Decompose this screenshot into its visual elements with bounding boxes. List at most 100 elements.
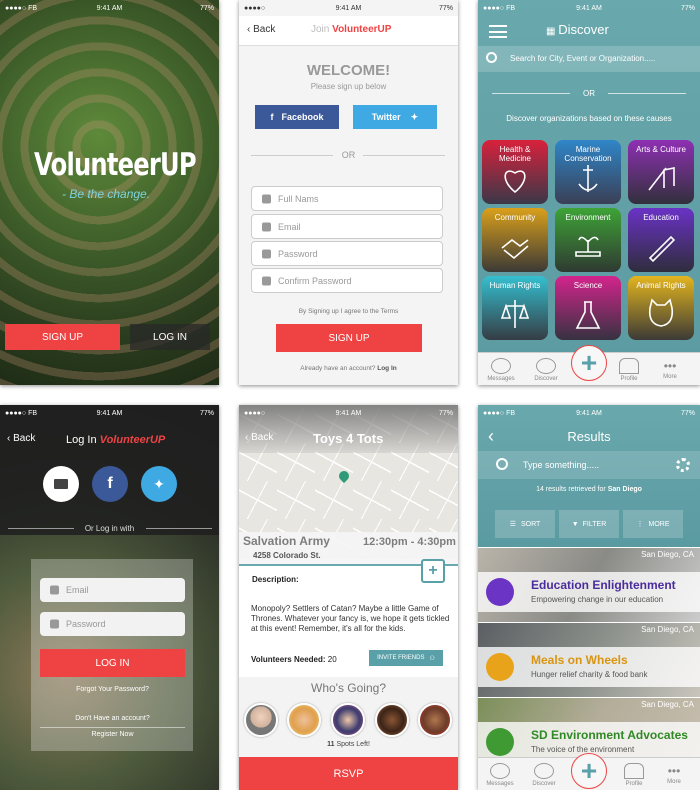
- sign-up-button[interactable]: SIGN UP: [5, 324, 120, 350]
- calendar-add-icon[interactable]: +: [421, 559, 445, 583]
- avatar[interactable]: [375, 703, 409, 737]
- forgot-password-link[interactable]: Forgot Your Password?: [0, 686, 219, 693]
- facebook-icon: f: [107, 475, 113, 492]
- twitter-icon: ✦: [153, 475, 165, 492]
- result-card[interactable]: San Diego, CA Meals on Wheels Hunger relie…: [478, 623, 700, 697]
- cause-label: Arts & Culture: [636, 145, 686, 154]
- sprout-icon: [575, 236, 601, 257]
- search-bar[interactable]: Search for City, Event or Organization..…: [478, 46, 700, 72]
- tab-more[interactable]: ••• More: [640, 358, 700, 380]
- cause-tile-human-rights[interactable]: Human Rights: [482, 276, 548, 340]
- more-icon: •••: [667, 764, 681, 778]
- tagline: - Be the change.: [62, 187, 151, 201]
- sign-up-button[interactable]: SIGN UP: [276, 324, 422, 352]
- back-button[interactable]: ‹ Back: [245, 432, 273, 443]
- event-screen: ●●●●○ 9:41 AM 77% ‹ Back Toys 4 Tots Salva…: [239, 405, 458, 790]
- page-title: Join VolunteerUP: [311, 24, 392, 35]
- cat-icon: [648, 298, 674, 327]
- email-field[interactable]: Email: [40, 578, 185, 602]
- search-bar[interactable]: Type something.....: [478, 451, 700, 479]
- whos-going-heading: Who's Going?: [311, 681, 386, 695]
- login-prompt: Already have an account? Log In: [300, 365, 397, 372]
- log-in-button[interactable]: LOG IN: [130, 324, 210, 350]
- add-button[interactable]: +: [571, 753, 607, 789]
- email-login-button[interactable]: [43, 466, 79, 502]
- page-title: ▦ Discover: [546, 22, 609, 37]
- password-field[interactable]: Password: [40, 612, 185, 636]
- result-card[interactable]: San Diego, CA Education Enlightenment Empo…: [478, 548, 700, 622]
- invite-friends-button[interactable]: INVITE FRIENDS ⚇: [369, 650, 443, 666]
- result-location: San Diego, CA: [641, 625, 694, 634]
- result-name: SD Environment Advocates: [531, 728, 688, 742]
- register-link[interactable]: Register Now: [0, 731, 219, 738]
- add-button[interactable]: +: [571, 345, 607, 381]
- avatar[interactable]: [287, 703, 321, 737]
- no-account-text: Don't Have an account?: [75, 715, 150, 722]
- log-in-button[interactable]: LOG IN: [40, 649, 185, 677]
- lock-icon: [262, 249, 271, 258]
- causes-prompt: Discover organizations based on these ca…: [506, 114, 672, 123]
- result-subtitle: Empowering change in our education: [531, 595, 664, 604]
- messages-icon: [490, 763, 510, 779]
- event-time: 12:30pm - 4:30pm: [363, 536, 456, 548]
- page-title: Log In VolunteerUP: [66, 434, 166, 446]
- rsvp-button[interactable]: RSVP: [239, 757, 458, 790]
- gear-icon[interactable]: [676, 458, 690, 472]
- confirm-password-field[interactable]: Confirm Password: [251, 268, 443, 293]
- cause-tile-animal-rights[interactable]: Animal Rights: [628, 276, 694, 340]
- back-button[interactable]: ‹ Back: [7, 433, 35, 444]
- terms-text[interactable]: By Signing up I agree to the Terms: [239, 308, 458, 315]
- status-bar: ●●●●○ FB 9:41 AM 77%: [5, 409, 214, 417]
- cause-label: Community: [494, 213, 536, 222]
- event-title: Toys 4 Tots: [313, 431, 384, 446]
- results-screen: ●●●●○ FB 9:41 AM 77% ‹ Results Type someth…: [478, 405, 700, 790]
- twitter-signup-button[interactable]: Twitter ✦: [353, 105, 437, 129]
- facebook-login-button[interactable]: f: [92, 466, 128, 502]
- filter-icon: ▼: [571, 520, 579, 528]
- profile-icon: [619, 358, 639, 374]
- avatar[interactable]: [244, 703, 278, 737]
- scales-icon: [500, 300, 530, 328]
- cause-label: Human Rights: [489, 281, 541, 290]
- facebook-signup-button[interactable]: f Facebook: [255, 105, 339, 129]
- cause-tile-marine-conservation[interactable]: Marine Conservation: [555, 140, 621, 204]
- email-field[interactable]: Email: [251, 214, 443, 239]
- search-icon: [496, 458, 508, 470]
- cause-label: Animal Rights: [636, 281, 686, 290]
- signup-screen: ●●●●○ 9:41 AM 77% ‹ Back Join VolunteerUP …: [239, 0, 458, 385]
- result-subtitle: The voice of the environment: [531, 745, 635, 754]
- tab-discover[interactable]: Discover: [516, 358, 576, 382]
- more-icon: ⋮: [636, 521, 644, 528]
- back-button[interactable]: ‹ Back: [247, 24, 275, 35]
- cause-tile-arts-culture[interactable]: Arts & Culture: [628, 140, 694, 204]
- cause-tile-health-medicine[interactable]: Health & Medicine: [482, 140, 548, 204]
- menu-icon[interactable]: [489, 25, 507, 38]
- full-name-field[interactable]: Full Nams: [251, 186, 443, 211]
- login-screen: ●●●●○ FB 9:41 AM 77% ‹ Back Log In Volunte…: [0, 405, 219, 790]
- avatar[interactable]: [331, 703, 365, 737]
- sort-button[interactable]: ☰ SORT: [495, 510, 555, 538]
- cause-tile-science[interactable]: Science: [555, 276, 621, 340]
- tab-more[interactable]: ••• More: [644, 763, 700, 785]
- result-name: Education Enlightenment: [531, 578, 676, 592]
- compass-icon: [534, 763, 554, 779]
- tab-discover[interactable]: Discover: [514, 763, 574, 787]
- log-in-link[interactable]: Log In: [377, 365, 397, 372]
- cause-tile-environment[interactable]: Environment: [555, 208, 621, 272]
- cause-tile-community[interactable]: Community: [482, 208, 548, 272]
- filter-button[interactable]: ▼ FILTER: [559, 510, 619, 538]
- result-location: San Diego, CA: [641, 700, 694, 709]
- discover-screen: ●●●●○ FB 9:41 AM 77% ▦ Discover Search for…: [478, 0, 700, 385]
- user-icon: [262, 194, 271, 203]
- twitter-login-button[interactable]: ✦: [141, 466, 177, 502]
- paint-music-icon: [648, 167, 675, 191]
- cause-tile-education[interactable]: Education: [628, 208, 694, 272]
- app-logo: VolunteerUP: [34, 147, 197, 183]
- heart-rate-icon: [504, 170, 526, 194]
- result-cause-icon: [486, 728, 514, 756]
- messages-icon: [491, 358, 511, 374]
- avatar[interactable]: [418, 703, 452, 737]
- more-button[interactable]: ⋮ MORE: [623, 510, 683, 538]
- twitter-icon: ✦: [410, 111, 419, 122]
- password-field[interactable]: Password: [251, 241, 443, 266]
